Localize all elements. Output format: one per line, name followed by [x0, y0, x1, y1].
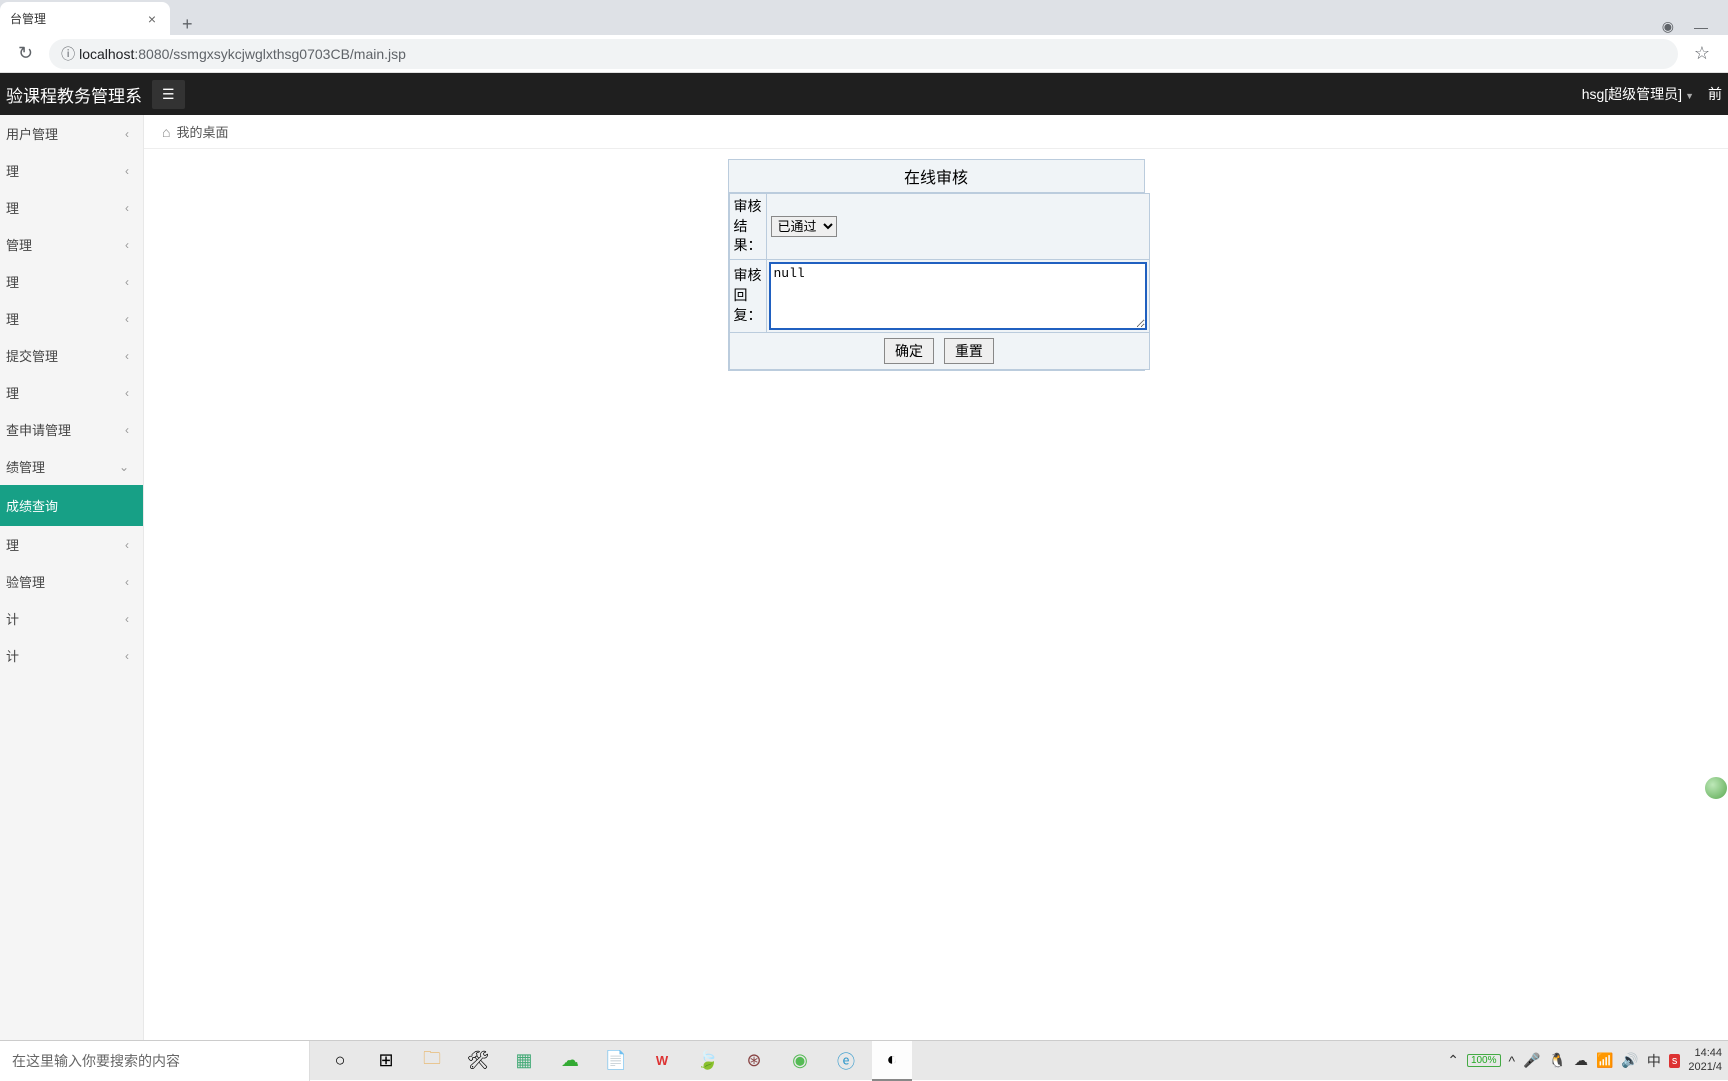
app-icon-4[interactable]: 🍃 — [688, 1041, 728, 1081]
home-icon[interactable]: ⌂ — [162, 124, 170, 140]
app-title: 验课程教务管理系 — [6, 82, 142, 107]
sidebar-item-2[interactable]: 理‹ — [0, 189, 143, 226]
tab-title: 台管理 — [10, 10, 46, 27]
panel-title: 在线审核 — [729, 160, 1144, 193]
chevron-left-icon: ‹ — [125, 201, 129, 215]
edge-icon[interactable]: ⓔ — [826, 1041, 866, 1081]
chevron-left-icon: ‹ — [125, 423, 129, 437]
sogou-icon[interactable]: s — [1669, 1054, 1681, 1068]
sidebar-item-exp-mgmt[interactable]: 验管理‹ — [0, 563, 143, 600]
battery-icon[interactable]: 100% — [1467, 1054, 1501, 1067]
site-info-icon[interactable]: ⓘ — [61, 44, 75, 64]
task-view-icon[interactable]: ⊞ — [366, 1041, 406, 1081]
reload-icon[interactable]: ↻ — [10, 43, 41, 64]
assistant-avatar-icon[interactable] — [1704, 776, 1728, 800]
chevron-left-icon: ‹ — [125, 127, 129, 141]
clock[interactable]: 14:44 2021/4 — [1688, 1047, 1722, 1073]
bookmark-icon[interactable]: ☆ — [1686, 43, 1718, 64]
review-reply-textarea[interactable] — [769, 262, 1147, 330]
breadcrumb: ⌂ 我的桌面 — [144, 115, 1728, 149]
app-icon-6[interactable]: ◉ — [780, 1041, 820, 1081]
chevron-left-icon: ‹ — [125, 238, 129, 252]
sidebar-item-10[interactable]: 理‹ — [0, 526, 143, 563]
review-panel: 在线审核 审核结果： 已通过 审核回复： — [728, 159, 1145, 371]
chevron-left-icon: ‹ — [125, 612, 129, 626]
chevron-left-icon: ‹ — [125, 538, 129, 552]
sidebar-item-12[interactable]: 计‹ — [0, 600, 143, 637]
tray-icon-1[interactable]: ^ — [1509, 1053, 1516, 1069]
chevron-left-icon: ‹ — [125, 349, 129, 363]
chevron-left-icon: ‹ — [125, 649, 129, 663]
app-header: 验课程教务管理系 ☰ hsg[超级管理员] 前 — [0, 73, 1728, 115]
frontend-link[interactable]: 前 — [1708, 84, 1722, 104]
sidebar-item-1[interactable]: 理‹ — [0, 152, 143, 189]
app-icon-2[interactable]: ▦ — [504, 1041, 544, 1081]
sidebar: 用户管理‹ 理‹ 理‹ 管理‹ 理‹ 理‹ 提交管理‹ 理‹ 查申请管理‹ 绩管… — [0, 115, 144, 1040]
url-field[interactable]: ⓘ localhost:8080/ssmgxsykcjwglxthsg0703C… — [49, 39, 1678, 69]
breadcrumb-label[interactable]: 我的桌面 — [176, 122, 228, 141]
taskbar-search-input[interactable]: 在这里输入你要搜索的内容 — [0, 1041, 310, 1081]
sidebar-item-4[interactable]: 理‹ — [0, 263, 143, 300]
taskbar: 在这里输入你要搜索的内容 ○ ⊞ 🗀 🛠 ▦ ☁ 📄 W 🍃 ⊛ ◉ ⓔ ◐ ⌃… — [0, 1040, 1728, 1080]
app-icon-5[interactable]: ⊛ — [734, 1041, 774, 1081]
label-review-result: 审核结果： — [729, 194, 766, 260]
file-explorer-icon[interactable]: 🗀 — [412, 1041, 452, 1081]
volume-icon[interactable]: 🔊 — [1621, 1052, 1638, 1069]
chevron-left-icon: ‹ — [125, 275, 129, 289]
sidebar-subitem-score-query[interactable]: 成绩查询 — [0, 485, 143, 526]
app-icon-3[interactable]: 📄 — [596, 1041, 636, 1081]
tray-icon-3[interactable]: ☁ — [1574, 1052, 1588, 1069]
chevron-left-icon: ‹ — [125, 386, 129, 400]
chevron-down-icon: ⌄ — [119, 460, 129, 474]
app-icon-1[interactable]: 🛠 — [458, 1041, 498, 1081]
profile-icon[interactable]: ◉ — [1662, 18, 1674, 35]
reset-button[interactable]: 重置 — [944, 338, 994, 364]
url-host: localhost — [79, 46, 134, 62]
wechat-icon[interactable]: ☁ — [550, 1041, 590, 1081]
minimize-icon[interactable]: — — [1694, 19, 1708, 35]
url-path: :8080/ssmgxsykcjwglxthsg0703CB/main.jsp — [134, 46, 406, 62]
cortana-icon[interactable]: ○ — [320, 1041, 360, 1081]
browser-tab[interactable]: 台管理 × — [0, 2, 170, 35]
sidebar-item-13[interactable]: 计‹ — [0, 637, 143, 674]
address-bar: ↻ ⓘ localhost:8080/ssmgxsykcjwglxthsg070… — [0, 35, 1728, 73]
review-result-select[interactable]: 已通过 — [771, 216, 837, 237]
sidebar-item-5[interactable]: 理‹ — [0, 300, 143, 337]
sidebar-item-3[interactable]: 管理‹ — [0, 226, 143, 263]
sidebar-item-submit-mgmt[interactable]: 提交管理‹ — [0, 337, 143, 374]
sidebar-item-score-mgmt[interactable]: 绩管理⌄ — [0, 448, 143, 485]
close-icon[interactable]: × — [144, 11, 160, 27]
user-dropdown[interactable]: hsg[超级管理员] — [1582, 84, 1694, 104]
tray-icon-2[interactable]: 🐧 — [1549, 1052, 1566, 1069]
sidebar-toggle-button[interactable]: ☰ — [152, 80, 185, 109]
chevron-left-icon: ‹ — [125, 312, 129, 326]
wifi-icon[interactable]: 📶 — [1596, 1052, 1613, 1069]
content-area: ⌂ 我的桌面 在线审核 审核结果： 已通过 审核回复： — [144, 115, 1728, 1040]
chrome-icon[interactable]: ◐ — [872, 1041, 912, 1081]
wps-icon[interactable]: W — [642, 1041, 682, 1081]
sidebar-item-apply-mgmt[interactable]: 查申请管理‹ — [0, 411, 143, 448]
tray-up-icon[interactable]: ⌃ — [1447, 1052, 1459, 1069]
chevron-left-icon: ‹ — [125, 575, 129, 589]
sidebar-item-7[interactable]: 理‹ — [0, 374, 143, 411]
chevron-left-icon: ‹ — [125, 164, 129, 178]
ime-icon[interactable]: 中 — [1647, 1051, 1661, 1071]
browser-tab-strip: 台管理 × + ◉ — — [0, 0, 1728, 35]
new-tab-button[interactable]: + — [170, 14, 205, 35]
label-review-reply: 审核回复： — [729, 259, 766, 332]
confirm-button[interactable]: 确定 — [884, 338, 934, 364]
sidebar-item-user-mgmt[interactable]: 用户管理‹ — [0, 115, 143, 152]
mic-icon[interactable]: 🎤 — [1523, 1052, 1540, 1069]
